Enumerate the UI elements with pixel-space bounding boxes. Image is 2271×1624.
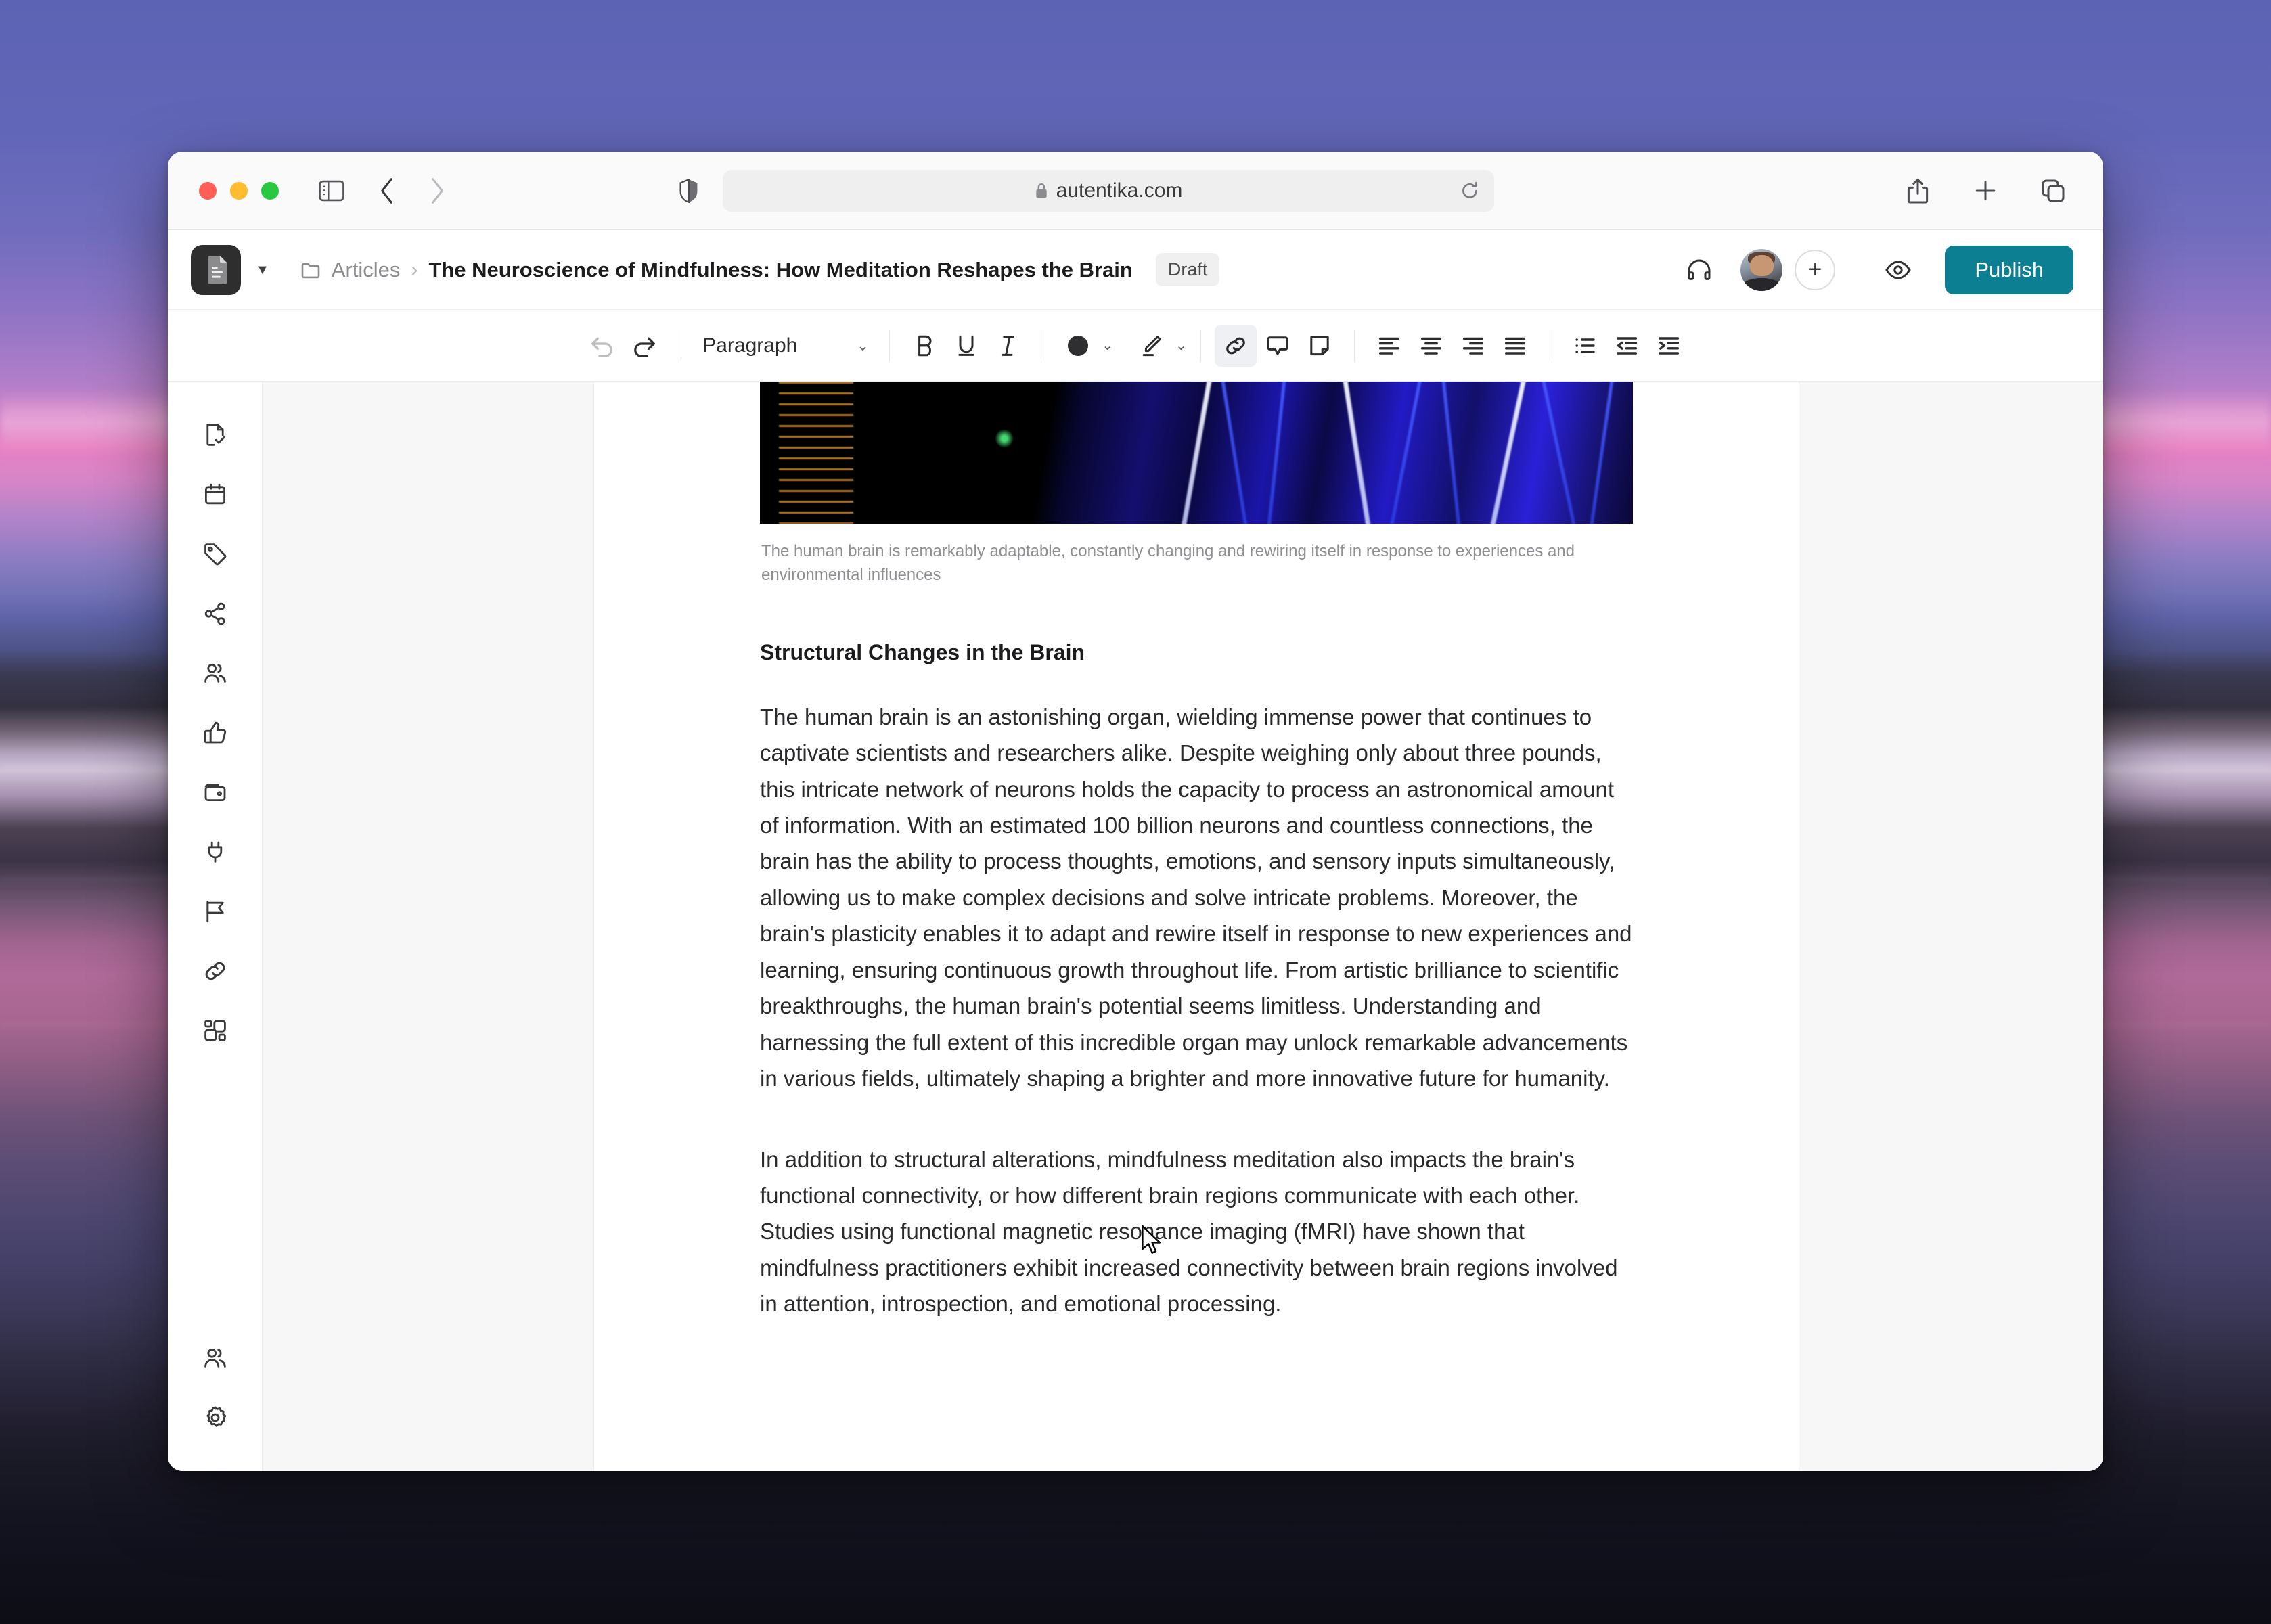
hero-light-streak — [1440, 382, 1464, 524]
header-actions: + Publish — [1678, 245, 2073, 294]
chevron-right-icon: › — [411, 258, 418, 281]
app-logo-icon[interactable] — [191, 244, 241, 295]
text-color-caret-icon[interactable]: ⌄ — [1102, 337, 1113, 354]
block-type-select[interactable]: Paragraph ⌄ — [693, 325, 876, 367]
hero-light-streak — [1264, 382, 1288, 524]
highlighter-caret-icon[interactable]: ⌄ — [1175, 337, 1187, 354]
hero-light-streak — [1177, 382, 1214, 524]
undo-icon[interactable] — [581, 325, 623, 367]
maximize-window-button[interactable] — [261, 181, 279, 200]
sidebar-item-members[interactable] — [194, 1337, 236, 1379]
editor-right-gutter — [1799, 382, 2103, 1471]
body-paragraph-2: In addition to structural alterations, m… — [760, 1146, 1618, 1317]
sidebar-item-integrations[interactable] — [194, 831, 236, 873]
status-badge: Draft — [1155, 253, 1220, 286]
redo-icon[interactable] — [623, 325, 665, 367]
sticky-note-icon[interactable] — [1299, 325, 1341, 367]
browser-window: autentika.com ▼ Articles › The Neuroscie… — [168, 152, 2103, 1471]
text-color-button[interactable] — [1057, 325, 1099, 367]
editor-toolbar: Paragraph ⌄ ⌄ ⌄ — [168, 310, 2103, 382]
headphones-icon[interactable] — [1678, 249, 1720, 291]
hero-image[interactable] — [760, 382, 1633, 524]
eye-preview-icon[interactable] — [1877, 249, 1919, 291]
new-tab-icon[interactable] — [1966, 172, 2004, 210]
left-icon-rail — [168, 382, 263, 1471]
sidebar-item-tags[interactable] — [194, 533, 236, 575]
sidebar-item-links[interactable] — [194, 950, 236, 992]
toolbar-divider — [889, 330, 891, 361]
window-traffic-lights — [199, 181, 279, 200]
avatar-body — [1744, 277, 1780, 291]
body-paragraph-1: The human brain is an astonishing organ,… — [760, 704, 1632, 1091]
outdent-icon[interactable] — [1606, 325, 1648, 367]
hero-light-streak — [1385, 382, 1424, 524]
hero-light-streak — [1586, 382, 1616, 524]
toolbar-divider — [1353, 330, 1355, 361]
section-heading: Structural Changes in the Brain — [760, 639, 1085, 664]
tab-overview-icon[interactable] — [2034, 172, 2072, 210]
link-icon[interactable] — [1214, 324, 1257, 367]
workspace-dropdown-caret[interactable]: ▼ — [256, 263, 269, 277]
block-type-label: Paragraph — [702, 334, 798, 357]
text-color-swatch — [1068, 335, 1089, 356]
address-bar[interactable]: autentika.com — [723, 169, 1494, 212]
sidebar-item-share[interactable] — [194, 593, 236, 635]
document-content: The human brain is remarkably adaptable,… — [760, 382, 1633, 1322]
breadcrumb-articles-link[interactable]: Articles — [332, 258, 401, 282]
breadcrumb: Articles › The Neuroscience of Mindfulne… — [300, 253, 1220, 286]
highlighter-pen-icon[interactable] — [1131, 325, 1173, 367]
hero-light-streak — [1219, 382, 1252, 524]
bold-button[interactable] — [903, 325, 945, 367]
close-window-button[interactable] — [199, 181, 217, 200]
browser-actions — [1858, 172, 2072, 210]
browser-toolbar: autentika.com — [168, 152, 2103, 230]
minimize-window-button[interactable] — [230, 181, 248, 200]
sidebar-item-billing[interactable] — [194, 771, 236, 813]
page-title: The Neuroscience of Mindfulness: How Med… — [428, 257, 1133, 281]
underline-button[interactable] — [945, 325, 987, 367]
publish-button[interactable]: Publish — [1945, 245, 2073, 294]
hero-light-streak — [1539, 382, 1581, 524]
document-canvas[interactable]: The human brain is remarkably adaptable,… — [594, 382, 1799, 1471]
sidebar-toggle-icon[interactable] — [313, 172, 351, 210]
app-body: The human brain is remarkably adaptable,… — [168, 382, 2103, 1471]
avatar-face — [1749, 255, 1774, 277]
hero-light-streak — [1485, 382, 1529, 524]
forward-button-icon[interactable] — [418, 172, 456, 210]
sidebar-item-apps[interactable] — [194, 1010, 236, 1052]
bullet-list-icon[interactable] — [1564, 325, 1606, 367]
editor-left-gutter — [263, 382, 594, 1471]
comment-bubble-icon[interactable] — [1257, 325, 1299, 367]
avatar[interactable] — [1740, 248, 1783, 291]
reload-icon[interactable] — [1460, 181, 1479, 200]
chevron-down-icon: ⌄ — [856, 336, 870, 354]
italic-button[interactable] — [987, 325, 1029, 367]
hero-light-streak — [1341, 382, 1375, 524]
sidebar-item-team[interactable] — [194, 652, 236, 694]
toolbar-divider — [1200, 330, 1201, 361]
hero-text-column — [779, 382, 853, 524]
mouse-cursor — [1142, 1225, 1161, 1254]
share-icon[interactable] — [1899, 172, 1937, 210]
align-center-icon[interactable] — [1410, 325, 1452, 367]
align-justify-icon[interactable] — [1494, 325, 1536, 367]
image-caption: The human brain is remarkably adaptable,… — [761, 542, 1575, 584]
back-button-icon[interactable] — [368, 172, 406, 210]
app-header: ▼ Articles › The Neuroscience of Mindful… — [168, 230, 2103, 310]
sidebar-item-approvals[interactable] — [194, 712, 236, 754]
lock-icon — [1035, 183, 1048, 199]
browser-navigation — [368, 172, 456, 210]
sidebar-item-settings[interactable] — [194, 1397, 236, 1439]
privacy-shield-icon[interactable] — [679, 178, 698, 203]
add-collaborator-button[interactable]: + — [1795, 249, 1836, 290]
indent-icon[interactable] — [1648, 325, 1690, 367]
align-left-icon[interactable] — [1368, 325, 1410, 367]
sidebar-item-goals[interactable] — [194, 890, 236, 932]
sidebar-item-tasks[interactable] — [194, 414, 236, 456]
address-bar-text: autentika.com — [1056, 179, 1183, 202]
align-right-icon[interactable] — [1452, 325, 1494, 367]
folder-icon — [300, 260, 321, 280]
sidebar-item-calendar[interactable] — [194, 474, 236, 516]
